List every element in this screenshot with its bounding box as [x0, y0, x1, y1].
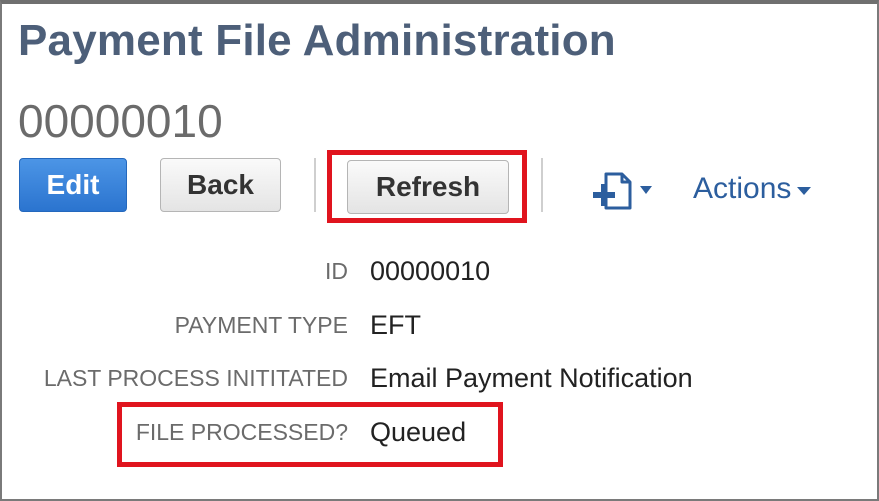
toolbar-separator [314, 158, 316, 212]
caret-down-icon [797, 187, 812, 195]
field-row-payment-type: PAYMENT TYPE EFT [0, 310, 879, 352]
field-label: PAYMENT TYPE [174, 312, 348, 338]
file-processed-highlight-box [117, 402, 503, 467]
back-button[interactable]: Back [160, 158, 281, 212]
new-document-plus-icon [593, 172, 652, 210]
actions-label: Actions [693, 172, 792, 205]
field-label: LAST PROCESS INITITATED [43, 365, 348, 391]
field-value: Email Payment Notification [370, 363, 693, 393]
actions-menu[interactable]: Actions [693, 172, 812, 206]
record-id: 00000010 [18, 95, 223, 147]
new-document-menu[interactable] [590, 168, 660, 212]
field-row-id: ID 00000010 [0, 256, 879, 298]
field-label: ID [325, 258, 348, 284]
edit-button[interactable]: Edit [19, 158, 127, 212]
refresh-highlight-box [327, 150, 527, 223]
field-value: 00000010 [370, 256, 491, 286]
field-row-last-process: LAST PROCESS INITITATED Email Payment No… [0, 363, 879, 405]
toolbar-separator [541, 158, 543, 212]
page-title: Payment File Administration [18, 16, 616, 65]
field-value: EFT [370, 310, 421, 340]
